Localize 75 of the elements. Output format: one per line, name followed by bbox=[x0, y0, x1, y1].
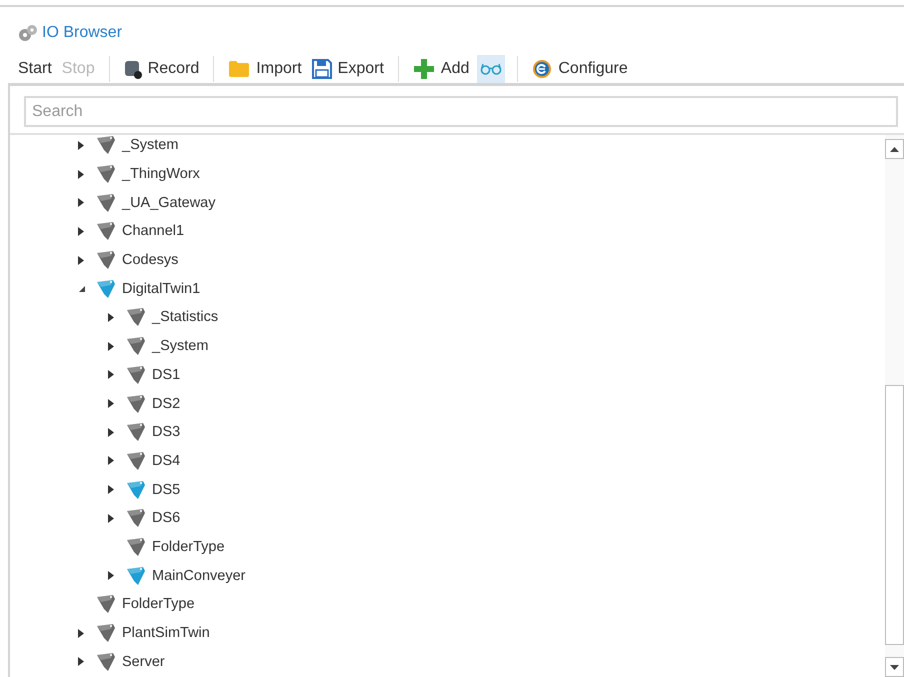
tree-item[interactable]: Channel1 bbox=[122, 223, 184, 240]
search-field[interactable]: Search bbox=[24, 96, 898, 127]
tree-item[interactable]: _Statistics bbox=[152, 309, 218, 326]
collapsed-caret-icon[interactable] bbox=[78, 170, 84, 179]
tree-item[interactable]: DigitalTwin1 bbox=[122, 280, 200, 297]
collapsed-caret-icon[interactable] bbox=[78, 256, 84, 265]
collapsed-caret-icon[interactable] bbox=[78, 628, 84, 638]
scroll-up-button[interactable] bbox=[885, 139, 904, 159]
vertical-scrollbar[interactable] bbox=[885, 135, 904, 677]
tree-item[interactable]: PlantSimTwin bbox=[122, 625, 210, 642]
tree-item[interactable]: DS5 bbox=[152, 482, 180, 498]
collapsed-caret-icon[interactable] bbox=[108, 514, 114, 523]
collapsed-caret-icon[interactable] bbox=[108, 370, 114, 380]
scrollbar-thumb[interactable] bbox=[885, 385, 904, 645]
tree-item[interactable]: DS1 bbox=[152, 366, 180, 383]
tree-item[interactable]: DS3 bbox=[152, 424, 180, 440]
collapsed-caret-icon[interactable] bbox=[78, 140, 84, 150]
tree-item[interactable]: FolderType bbox=[152, 538, 225, 555]
collapsed-caret-icon[interactable] bbox=[108, 485, 114, 494]
node-icon bbox=[96, 250, 116, 270]
node-icon bbox=[96, 278, 116, 299]
expanded-caret-icon[interactable] bbox=[78, 284, 86, 293]
node-icon bbox=[96, 652, 116, 672]
save-icon bbox=[312, 59, 332, 79]
node-icon bbox=[96, 594, 116, 614]
collapsed-caret-icon[interactable] bbox=[108, 571, 114, 580]
scroll-down-button[interactable] bbox=[885, 657, 904, 677]
node-icon bbox=[126, 422, 146, 442]
tree-item[interactable]: FolderType bbox=[122, 596, 195, 612]
node-icon bbox=[96, 135, 116, 156]
import-button[interactable]: Import bbox=[226, 58, 304, 80]
node-icon bbox=[126, 566, 146, 586]
folder-icon bbox=[228, 60, 250, 78]
node-icon bbox=[126, 450, 146, 471]
node-icon bbox=[126, 364, 146, 385]
tree-item[interactable]: _UA_Gateway bbox=[122, 194, 216, 211]
configure-button[interactable]: Configure bbox=[530, 57, 630, 81]
glasses-toggle-button[interactable] bbox=[477, 55, 506, 83]
tree-item[interactable]: DS6 bbox=[152, 510, 180, 526]
node-icon bbox=[126, 394, 146, 414]
node-icon bbox=[96, 192, 116, 213]
collapsed-caret-icon[interactable] bbox=[78, 657, 84, 666]
toolbar-button[interactable]: Start bbox=[16, 58, 54, 80]
node-icon bbox=[96, 221, 116, 242]
tree-item[interactable]: _System bbox=[152, 338, 208, 354]
tree-item[interactable]: DS4 bbox=[152, 452, 180, 469]
node-icon bbox=[126, 536, 146, 557]
record-button[interactable]: Record bbox=[122, 57, 202, 81]
tree-item[interactable]: MainConveyer bbox=[152, 568, 246, 584]
tree-item[interactable]: Codesys bbox=[122, 252, 178, 268]
collapsed-caret-icon[interactable] bbox=[78, 198, 84, 208]
node-icon bbox=[126, 336, 146, 356]
collapsed-caret-icon[interactable] bbox=[108, 456, 114, 466]
export-button[interactable]: Export bbox=[310, 57, 386, 81]
tree-item[interactable]: _ThingWorx bbox=[122, 166, 200, 182]
panel-title: IO Browser bbox=[42, 24, 122, 42]
tree-item[interactable]: Server bbox=[122, 654, 165, 670]
node-icon bbox=[126, 307, 146, 328]
node-icon bbox=[96, 164, 116, 184]
glasses-icon bbox=[480, 63, 502, 75]
add-button[interactable]: Add bbox=[410, 56, 472, 82]
node-icon bbox=[126, 508, 146, 528]
collapsed-caret-icon[interactable] bbox=[108, 342, 114, 351]
up-arrow-icon bbox=[890, 146, 899, 152]
gears-icon bbox=[18, 24, 38, 42]
collapsed-caret-icon[interactable] bbox=[108, 399, 114, 408]
node-icon bbox=[96, 623, 116, 644]
collapsed-caret-icon[interactable] bbox=[108, 312, 114, 322]
plus-icon bbox=[412, 58, 435, 80]
collapsed-caret-icon[interactable] bbox=[108, 428, 114, 437]
down-arrow-icon bbox=[890, 664, 899, 670]
node-icon bbox=[126, 480, 146, 500]
tree-item[interactable]: _System bbox=[122, 137, 178, 154]
collapsed-caret-icon[interactable] bbox=[78, 226, 84, 236]
tree-item[interactable]: DS2 bbox=[152, 396, 180, 412]
